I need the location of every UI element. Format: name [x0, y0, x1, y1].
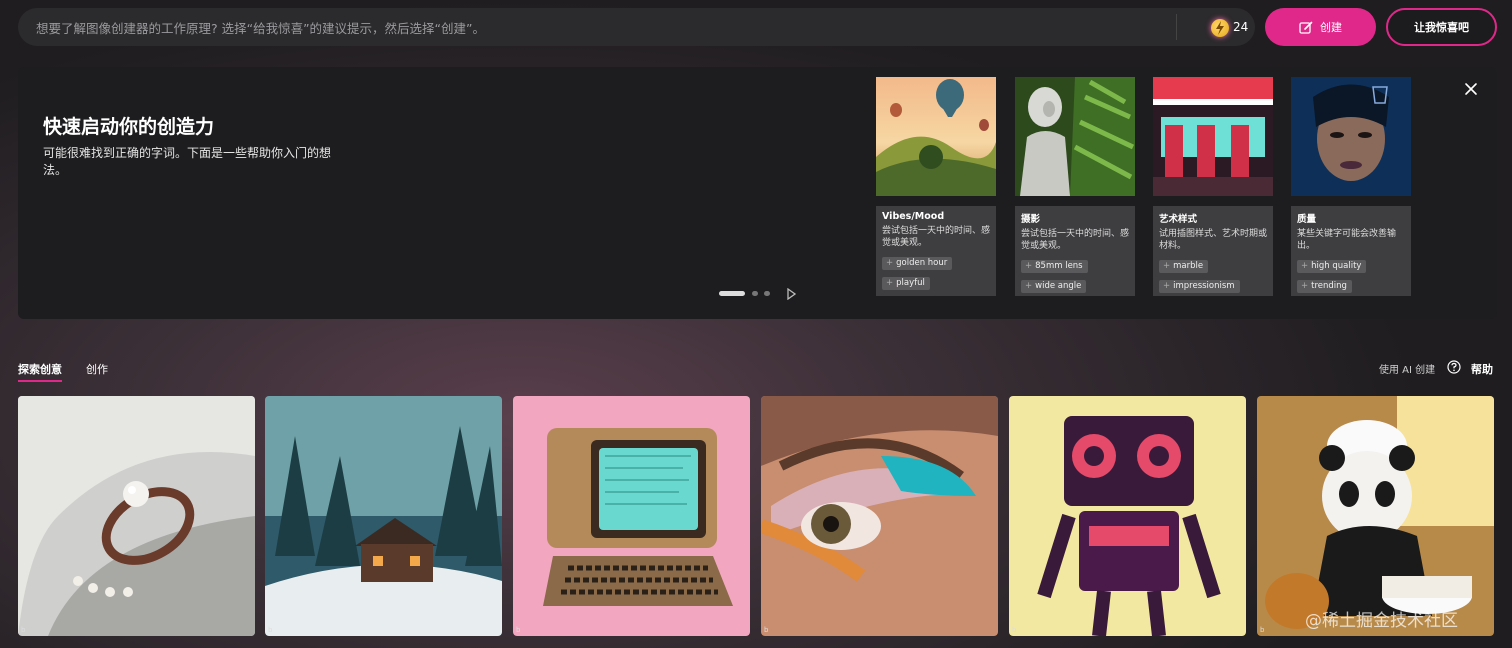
tile-mark: b: [21, 626, 26, 634]
prompt-bar: 24: [18, 8, 1255, 48]
boost-icon[interactable]: [1211, 19, 1229, 37]
tile-mark: b: [516, 626, 521, 634]
tag-pill[interactable]: +85mm lens: [1021, 260, 1088, 273]
idea-card-info: 摄影 尝试包括一天中的时间、感觉或美观。 +85mm lens + wide an…: [1015, 206, 1135, 296]
tile-mark: b: [268, 626, 273, 634]
create-button[interactable]: 创建: [1265, 8, 1376, 46]
gallery-image-panda-baker[interactable]: b: [1257, 396, 1494, 636]
carousel-dot[interactable]: [764, 291, 770, 296]
active-tab-underline: [18, 380, 62, 382]
create-button-label: 创建: [1320, 21, 1342, 34]
pen-icon: [1299, 21, 1313, 34]
carousel-dot[interactable]: [719, 291, 745, 296]
tile-mark: b: [764, 626, 769, 634]
gallery-image-retro-computer[interactable]: b: [513, 396, 750, 636]
play-next-icon[interactable]: [786, 288, 796, 300]
tag-pill[interactable]: + impressionism: [1159, 280, 1240, 293]
idea-card-info: 质量 某些关键字可能会改善输出。 + high quality + trending: [1291, 206, 1411, 296]
idea-card-image: [1291, 77, 1411, 196]
prompt-input[interactable]: [34, 8, 1168, 48]
tile-mark: b: [1012, 626, 1017, 634]
carousel-dot[interactable]: [752, 291, 758, 296]
idea-card-desc: 尝试包括一天中的时间、感觉或美观。: [1021, 229, 1130, 251]
idea-card-info: 艺术样式 试用插图样式、艺术时期或材料。 + marble + impression…: [1153, 206, 1273, 296]
tag-pill[interactable]: + wide angle: [1021, 280, 1087, 293]
tag-pill[interactable]: + marble: [1159, 260, 1209, 273]
tile-mark: b: [1260, 626, 1265, 634]
idea-card-title: Vibes/Mood: [882, 211, 945, 222]
idea-card-title: 艺术样式: [1159, 214, 1198, 225]
idea-card-image: [1153, 77, 1273, 196]
idea-card-desc: 尝试包括一天中的时间、感觉或美观。: [882, 226, 991, 248]
gallery-image-eye-makeup[interactable]: b: [761, 396, 998, 636]
idea-card-desc: 某些关键字可能会改善输出。: [1297, 229, 1397, 251]
help-link[interactable]: 帮助: [1471, 361, 1493, 377]
idea-card-info: Vibes/Mood 尝试包括一天中的时间、感觉或美观。 + golden hou…: [876, 206, 996, 296]
idea-card-image: [1015, 77, 1135, 196]
watermark: @稀土掘金技术社区: [1305, 611, 1458, 631]
idea-card-title: 摄影: [1021, 214, 1041, 225]
help-icon[interactable]: [1447, 360, 1461, 374]
surprise-me-button[interactable]: 让我惊喜吧: [1386, 8, 1497, 46]
close-icon[interactable]: [1462, 80, 1480, 98]
idea-card-image: [876, 77, 996, 196]
gallery-image-snow-cabin[interactable]: b: [265, 396, 502, 636]
boost-count: 24: [1233, 20, 1249, 34]
divider: [1176, 14, 1177, 40]
panel-subtitle: 可能很难找到正确的字词。下面是一些帮助你入门的想法。: [43, 146, 332, 177]
idea-card-desc: 试用插图样式、艺术时期或材料。: [1159, 229, 1268, 251]
idea-card-title: 质量: [1297, 214, 1317, 225]
gallery-image-pearl-ring[interactable]: b: [18, 396, 255, 636]
tab-explore-ideas[interactable]: 探索创意: [18, 361, 62, 377]
tag-pill[interactable]: + playful: [882, 277, 930, 290]
tab-creations[interactable]: 创作: [86, 361, 108, 377]
onboarding-panel: 快速启动你的创造力 可能很难找到正确的字词。下面是一些帮助你入门的想法。 Vib…: [18, 67, 1497, 319]
tag-pill[interactable]: + high quality: [1297, 260, 1367, 273]
create-with-ai-link[interactable]: 使用 AI 创建: [1379, 361, 1435, 376]
tag-pill[interactable]: + golden hour: [882, 257, 953, 270]
tag-pill[interactable]: + trending: [1297, 280, 1352, 293]
gallery-image-robot[interactable]: b: [1009, 396, 1246, 636]
panel-title: 快速启动你的创造力: [43, 116, 215, 138]
